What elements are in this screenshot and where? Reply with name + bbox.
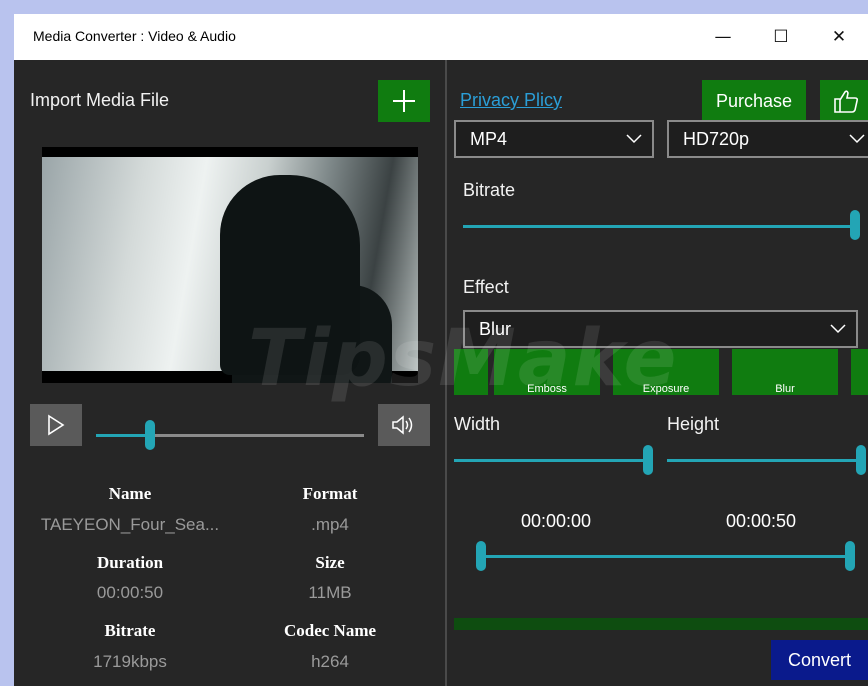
- bitrate-slider[interactable]: [463, 225, 855, 228]
- effect-tile-label: Blur: [775, 383, 795, 395]
- minimize-button[interactable]: —: [694, 14, 752, 60]
- seek-slider-thumb[interactable]: [144, 420, 155, 450]
- bitrate-label: Bitrate: [463, 180, 516, 200]
- chevron-down-icon: [830, 324, 846, 334]
- height-slider-thumb[interactable]: [856, 445, 866, 475]
- chevron-down-icon: [849, 134, 865, 144]
- width-slider-thumb[interactable]: [643, 445, 653, 475]
- import-media-button[interactable]: [378, 80, 430, 122]
- privacy-policy-link[interactable]: Privacy Plicy: [460, 90, 562, 111]
- trim-end-thumb[interactable]: [845, 541, 855, 571]
- right-pane: Privacy Plicy Purchase MP4 HD720p Bitrat…: [447, 60, 868, 686]
- effect-tile-label: Emboss: [527, 383, 567, 395]
- import-media-label: Import Media File: [30, 90, 170, 110]
- video-preview: [42, 147, 418, 383]
- volume-button[interactable]: [378, 404, 430, 446]
- effect-tile-partial[interactable]: [454, 349, 488, 395]
- name-label: Name: [108, 484, 152, 503]
- effect-label: Effect: [463, 277, 509, 297]
- play-button[interactable]: [30, 404, 82, 446]
- effect-select-value: Blur: [479, 319, 512, 339]
- quality-select-value: HD720p: [683, 129, 750, 149]
- format-label: Format: [302, 484, 358, 503]
- format-select-value: MP4: [470, 129, 508, 149]
- title-bar: Media Converter : Video & Audio — ☐ ✕: [14, 14, 868, 60]
- volume-icon: [392, 415, 413, 435]
- chevron-down-icon: [626, 134, 642, 144]
- close-icon: ✕: [831, 27, 847, 47]
- duration-label: Duration: [96, 553, 164, 572]
- trim-start-thumb[interactable]: [476, 541, 486, 571]
- effect-select[interactable]: Blur: [463, 310, 858, 348]
- video-frame: [42, 157, 418, 383]
- height-slider[interactable]: [667, 459, 861, 462]
- codec-value: h264: [311, 652, 349, 671]
- trim-start-time: 00:00:00: [521, 511, 592, 531]
- codec-label: Codec Name: [283, 621, 377, 640]
- duration-value: 00:00:50: [96, 583, 164, 602]
- maximize-button[interactable]: ☐: [752, 14, 810, 60]
- play-icon: [48, 414, 65, 436]
- window-title: Media Converter : Video & Audio: [33, 28, 236, 44]
- name-value: TAEYEON_Four_Sea...: [40, 515, 220, 534]
- conversion-progress-bar: [454, 618, 868, 630]
- seek-slider-fill: [96, 434, 150, 437]
- convert-button[interactable]: Convert: [771, 640, 868, 680]
- plus-icon: [393, 90, 415, 112]
- purchase-button[interactable]: Purchase: [702, 80, 806, 122]
- width-label: Width: [454, 414, 501, 434]
- like-button[interactable]: [820, 80, 868, 122]
- effect-tile-label: Exposure: [642, 383, 690, 395]
- left-pane: Import Media File Name Format TAEYEON_Fo…: [14, 60, 445, 686]
- quality-select[interactable]: HD720p: [667, 120, 868, 158]
- format-value: .mp4: [311, 515, 349, 534]
- effect-tile-blur[interactable]: Blur: [732, 349, 838, 395]
- effect-tile-exposure[interactable]: Exposure: [613, 349, 719, 395]
- thumbs-up-icon: [834, 90, 859, 113]
- video-subject-silhouette: [220, 175, 360, 375]
- close-button[interactable]: ✕: [810, 14, 868, 60]
- trim-end-time: 00:00:50: [726, 511, 797, 531]
- effect-tile-emboss[interactable]: Emboss: [494, 349, 600, 395]
- size-label: Size: [315, 553, 345, 572]
- height-label: Height: [667, 414, 720, 434]
- format-select[interactable]: MP4: [454, 120, 654, 158]
- effect-tile-partial[interactable]: [851, 349, 868, 395]
- bitrate-info-label: Bitrate: [104, 621, 156, 640]
- width-slider[interactable]: [454, 459, 648, 462]
- seek-slider[interactable]: [96, 434, 364, 437]
- bitrate-slider-thumb[interactable]: [850, 210, 860, 240]
- bitrate-info-value: 1719kbps: [93, 652, 167, 671]
- app-window: Media Converter : Video & Audio — ☐ ✕ Im…: [14, 14, 868, 686]
- size-value: 11MB: [308, 583, 352, 602]
- maximize-icon: ☐: [773, 27, 789, 47]
- trim-range-slider[interactable]: [480, 555, 850, 558]
- minimize-icon: —: [714, 27, 732, 47]
